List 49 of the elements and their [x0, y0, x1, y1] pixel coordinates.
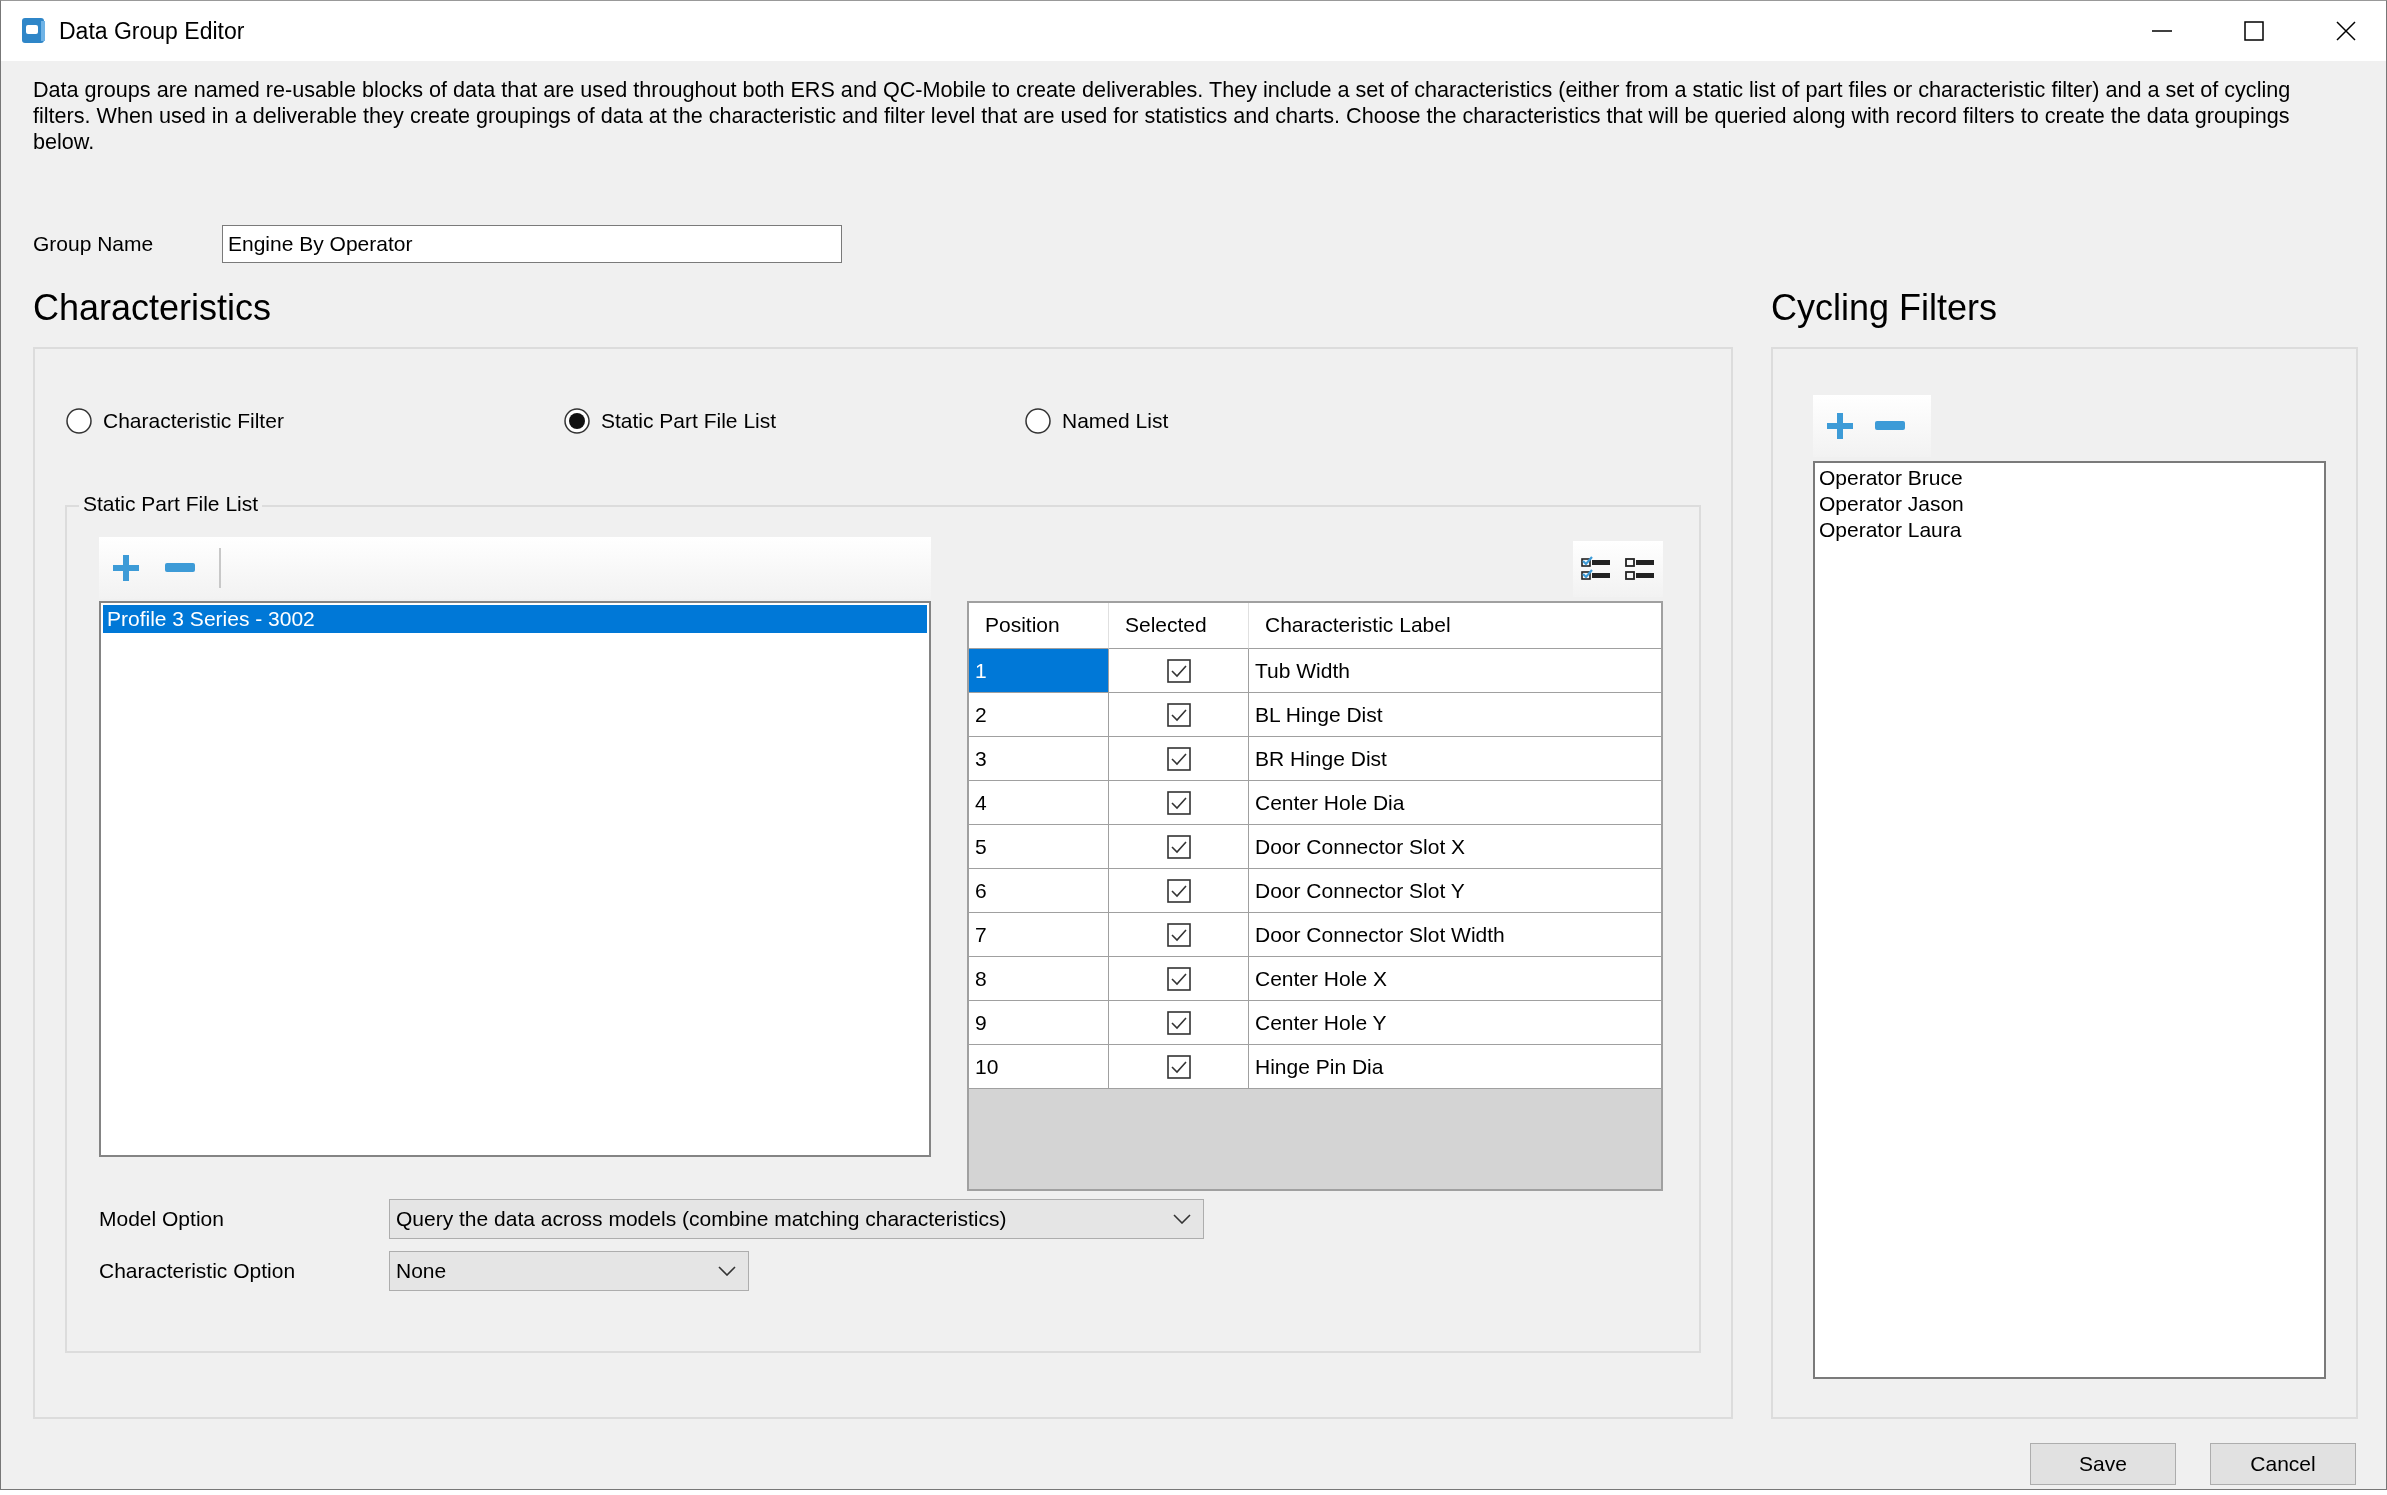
description-text: Data groups are named re-usable blocks of data that are used throughout both ERS and QC-Mobile to create deliverables. They include a set of characteristics (either from a static list of part files or characteristic filter) and a set of cycling filters. When used in a deliverable they create groupings of data at the characteristic and filter level that are used for statistics and charts. Choose the characteristics that will be queried along with record filters to create the data groupings below. — [33, 77, 2292, 155]
section-heading: Cycling Filters — [1771, 287, 1999, 329]
caret-icon — [718, 1266, 736, 1276]
minus-icon[interactable] — [1875, 421, 1905, 431]
radio-label: Characteristic Filter — [103, 409, 284, 433]
radio-button-icon[interactable] — [563, 407, 591, 435]
radio-option[interactable]: Static Part File List — [563, 407, 1024, 435]
section-heading: Characteristics — [33, 287, 273, 329]
radio-button-icon[interactable] — [1024, 407, 1052, 435]
radio-option[interactable]: Characteristic Filter — [65, 407, 563, 435]
checkbox[interactable] — [1166, 922, 1191, 947]
maximize-icon[interactable] — [2244, 21, 2264, 41]
table-cell[interactable]: 10 — [969, 1045, 1109, 1089]
checkbox[interactable] — [1166, 702, 1191, 727]
app-icon — [21, 17, 47, 45]
radio-label: Static Part File List — [601, 409, 777, 433]
dropdown[interactable]: Query the data across models (combine matching characteristics) — [389, 1199, 1204, 1239]
checkbox[interactable] — [1166, 878, 1191, 903]
list-item[interactable]: Operator Laura — [1819, 517, 2320, 543]
list-item[interactable]: Profile 3 Series - 3002 — [103, 605, 927, 633]
radio-label: Named List — [1062, 409, 1169, 433]
group-name-field[interactable]: Engine By Operator — [222, 225, 842, 263]
list-item[interactable]: Operator Bruce — [1819, 465, 2320, 491]
table-cell[interactable]: Hinge Pin Dia — [1249, 1045, 1661, 1089]
checkbox[interactable] — [1166, 746, 1191, 771]
list-item[interactable]: Operator Jason — [1819, 491, 2320, 517]
checkbox[interactable] — [1166, 834, 1191, 859]
dropdown[interactable]: None — [389, 1251, 749, 1291]
radio-button-icon[interactable] — [65, 407, 93, 435]
option-label: Model Option — [99, 1207, 225, 1231]
dialog-button[interactable]: Save — [2030, 1443, 2176, 1485]
checkbox[interactable] — [1166, 1010, 1191, 1035]
add-icon[interactable] — [1825, 411, 1855, 441]
add-icon[interactable] — [111, 553, 141, 583]
window-title: Data Group Editor — [59, 17, 245, 45]
checkbox[interactable] — [1166, 658, 1191, 683]
radio-option[interactable]: Named List — [1024, 407, 1169, 435]
minus-icon[interactable] — [165, 563, 195, 573]
checkbox[interactable] — [1166, 966, 1191, 991]
caret-icon — [1173, 1214, 1191, 1224]
table-cell[interactable]: 1 — [969, 649, 1109, 693]
checklist-icon[interactable] — [1581, 556, 1611, 582]
close-icon[interactable] — [2336, 21, 2356, 41]
dialog-button[interactable]: Cancel — [2210, 1443, 2356, 1485]
unchecked-list-icon[interactable] — [1625, 556, 1655, 582]
option-label: Characteristic Option — [99, 1259, 297, 1283]
checkbox[interactable] — [1166, 790, 1191, 815]
checkbox[interactable] — [1166, 1054, 1191, 1079]
group-name-label: Group Name — [33, 232, 155, 256]
